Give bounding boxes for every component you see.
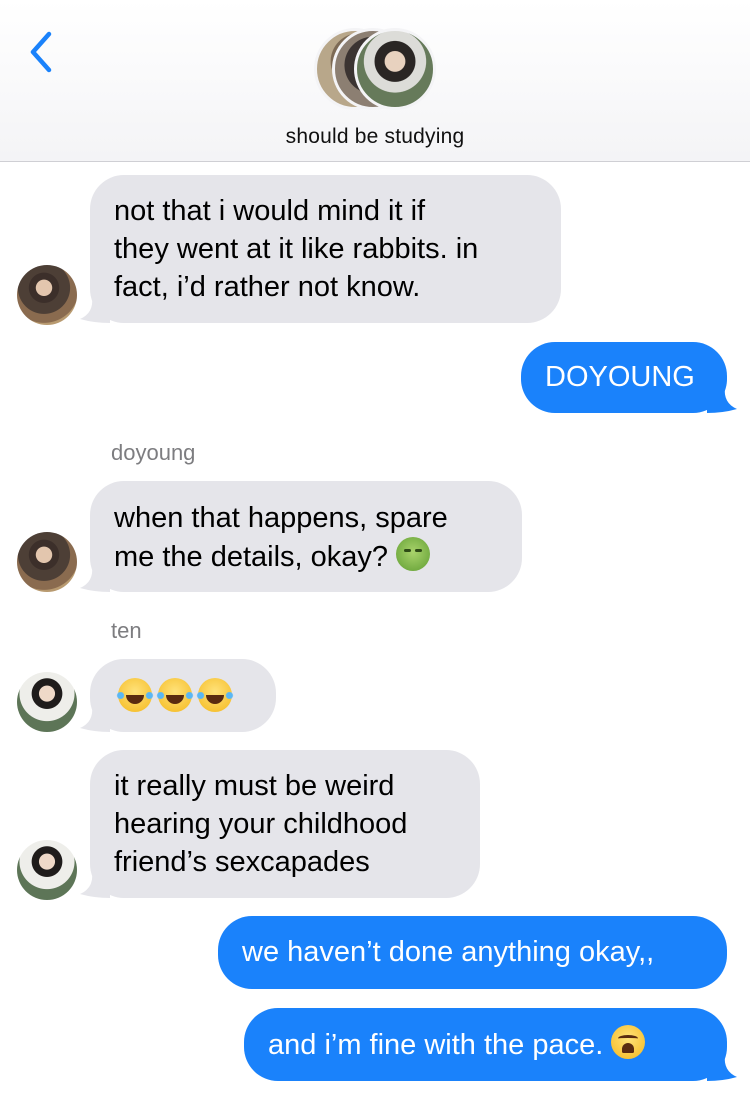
- message-text: friend’s sexcapades: [114, 846, 370, 878]
- ten-avatar[interactable]: [17, 672, 77, 732]
- message-text: we haven’t done anything okay,,: [242, 936, 655, 968]
- tears-of-joy-emoji: [196, 678, 234, 712]
- message-text: not that i would mind it if: [114, 195, 426, 227]
- message-bubble-incoming[interactable]: it really must be weird hearing your chi…: [80, 750, 480, 898]
- sender-name: ten: [111, 618, 142, 643]
- bubble-tail: [80, 706, 110, 732]
- message-bubble-outgoing[interactable]: we haven’t done anything okay,,: [218, 916, 727, 989]
- bubble-tail: [80, 872, 110, 898]
- message-text: when that happens, spare: [114, 502, 448, 534]
- message-text: fact, i’d rather not know.: [114, 271, 421, 303]
- message-text: and i’m fine with the pace.: [268, 1029, 604, 1061]
- doyoung-avatar[interactable]: [17, 265, 77, 325]
- message-text: hearing your childhood: [114, 808, 408, 840]
- message-line: me the details, okay?: [114, 537, 498, 576]
- message-bubble-outgoing[interactable]: and i’m fine with the pace.: [244, 1008, 737, 1081]
- group-avatar[interactable]: [314, 28, 438, 110]
- bubble-tail: [80, 297, 110, 323]
- doyoung-avatar[interactable]: [17, 532, 77, 592]
- bubble-tail: [707, 387, 737, 413]
- bubble-tail: [80, 566, 110, 592]
- message-bubble-incoming[interactable]: when that happens, spare me the details,…: [80, 481, 522, 592]
- tears-of-joy-emoji: [156, 678, 194, 712]
- chat-title[interactable]: should be studying: [0, 125, 750, 149]
- message-text: they went at it like rabbits. in: [114, 233, 479, 265]
- message-bubble-incoming[interactable]: [80, 659, 276, 732]
- message-bubble-incoming[interactable]: not that i would mind it if they went at…: [80, 175, 561, 323]
- bubble-tail: [707, 1055, 737, 1081]
- message-line: and i’m fine with the pace.: [268, 1025, 703, 1064]
- message-text: DOYOUNG: [545, 361, 695, 393]
- sender-name: doyoung: [111, 440, 196, 465]
- message-text: me the details, okay?: [114, 541, 389, 573]
- message-bubble-outgoing[interactable]: DOYOUNG: [521, 342, 737, 413]
- ten-avatar[interactable]: [17, 840, 77, 900]
- weary-face-emoji: [611, 1025, 646, 1059]
- nauseated-face-emoji: [396, 537, 431, 571]
- message-text: it really must be weird: [114, 770, 395, 802]
- chat-header: should be studying: [0, 0, 750, 162]
- tears-of-joy-emoji: [116, 678, 154, 712]
- chevron-left-icon[interactable]: [22, 30, 62, 74]
- group-member-avatar: [354, 28, 436, 110]
